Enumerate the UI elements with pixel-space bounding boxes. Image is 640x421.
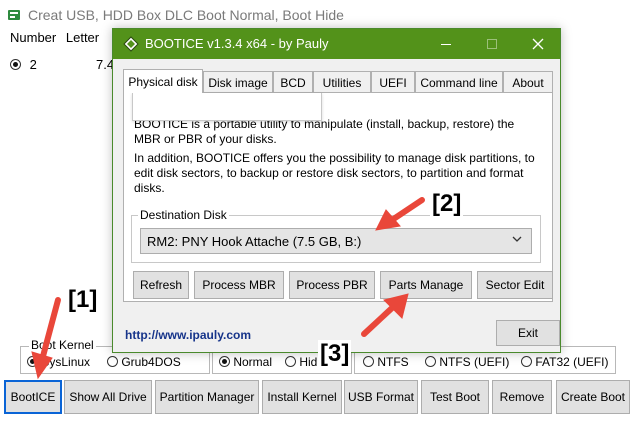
tab-physical-disk[interactable]: Physical disk <box>123 69 203 93</box>
arrow-1 <box>31 197 425 380</box>
